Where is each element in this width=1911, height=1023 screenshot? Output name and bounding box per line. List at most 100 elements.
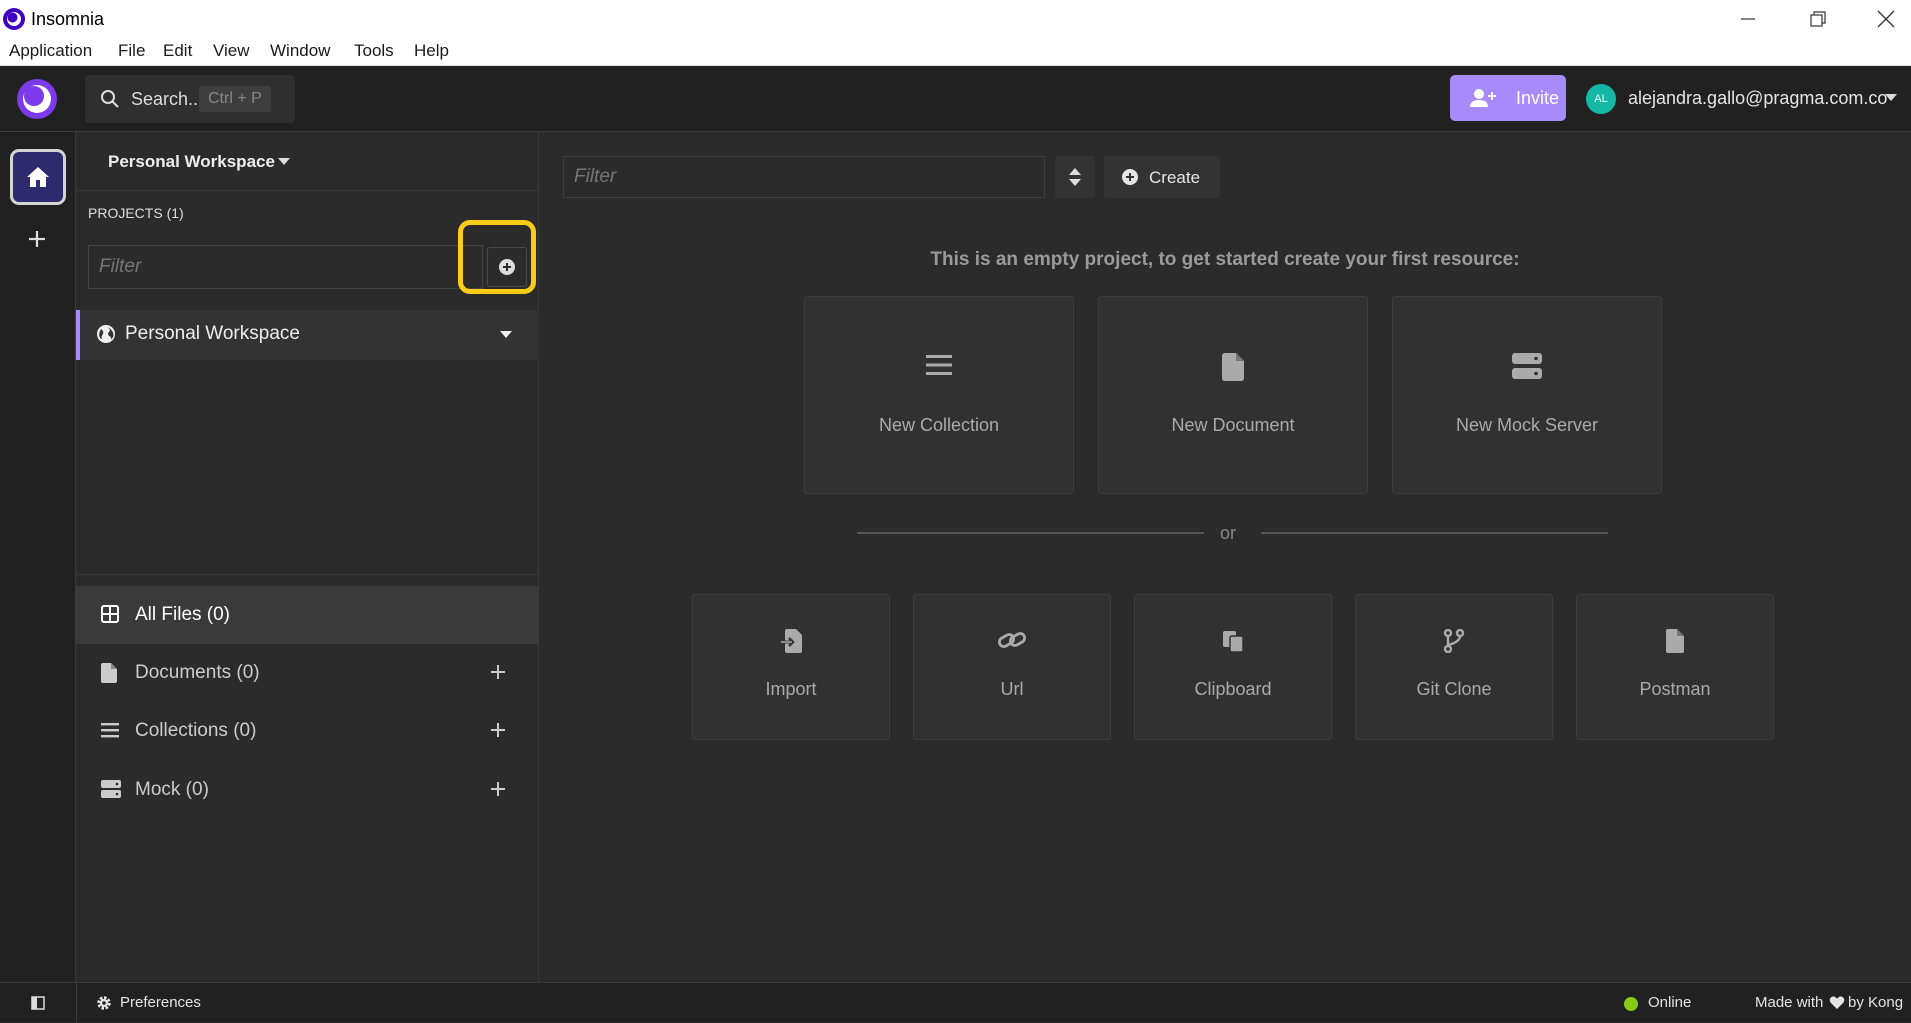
projects-panel: Personal Workspace PROJECTS (1) Personal… [76,132,539,982]
online-status-label: Online [1648,994,1692,1011]
invite-button[interactable]: Invite [1450,75,1566,121]
sidebar-item-label: All Files (0) [135,604,231,625]
globe-icon [96,324,116,344]
sort-icon [1069,168,1081,186]
or-separator: or [1220,523,1237,543]
server-icon [101,780,121,798]
resource-filter-input[interactable] [563,156,1045,198]
plus-icon [491,723,505,737]
git-clone-card[interactable]: Git Clone [1355,594,1553,740]
card-label: Url [1000,679,1024,699]
clipboard-icon [1135,629,1331,653]
plus-circle-icon [1121,168,1139,186]
insomnia-logo[interactable] [16,78,58,120]
sidebar-item-label: Documents (0) [135,662,260,683]
new-document-card[interactable]: New Document [1098,296,1368,494]
document-icon [101,663,117,683]
plus-icon [29,231,45,247]
sidebar-item-label: Mock (0) [135,779,209,800]
divider [857,532,1204,534]
menu-help[interactable]: Help [414,41,449,61]
card-label: Clipboard [1194,679,1272,699]
insomnia-app-icon [2,7,26,31]
new-mock-server-card[interactable]: New Mock Server [1392,296,1662,494]
menu-edit[interactable]: Edit [163,41,192,61]
divider [76,983,77,1023]
restore-icon [1810,11,1826,27]
grid-icon [101,605,119,623]
sort-button[interactable] [1055,156,1095,198]
restore-button[interactable] [1783,0,1853,38]
app-header: Search.. Ctrl + P Invite AL alejandra.ga… [0,66,1911,132]
create-label: Create [1149,168,1201,187]
sidebar-item-collections[interactable]: Collections (0) [76,702,539,760]
project-filter-input[interactable] [88,245,483,289]
server-icon [1393,353,1661,379]
heart-icon [1829,996,1845,1010]
user-email[interactable]: alejandra.gallo@pragma.com.co [1628,88,1887,109]
close-button[interactable] [1851,0,1911,38]
by-kong-link[interactable]: by Kong [1848,994,1903,1011]
divider [76,190,539,191]
online-status-dot [1624,997,1638,1011]
menu-view[interactable]: View [213,41,250,61]
close-icon [1877,10,1895,28]
card-label: Git Clone [1416,679,1492,699]
add-organization-button[interactable] [26,228,48,250]
menu-window[interactable]: Window [270,41,330,61]
add-collection-button[interactable] [490,722,506,738]
projects-count-label: PROJECTS (1) [88,205,184,221]
search-shortcut: Ctrl + P [199,86,271,112]
document-icon [1099,353,1367,381]
search-icon [100,89,120,109]
minimize-icon [1741,18,1755,20]
card-label: New Document [1171,415,1295,435]
import-icon [693,629,889,653]
sidebar-item-all-files[interactable]: All Files (0) [76,586,539,644]
main-content: Create This is an empty project, to get … [540,132,1911,982]
menu-application[interactable]: Application [9,41,92,61]
card-label: New Mock Server [1455,415,1599,435]
home-button[interactable] [10,149,66,205]
create-button[interactable]: Create [1104,156,1220,198]
menu-tools[interactable]: Tools [354,41,394,61]
gear-icon[interactable] [96,995,112,1011]
divider [76,574,539,575]
sidebar-item-label: Collections (0) [135,720,257,741]
search-button[interactable]: Search.. Ctrl + P [85,75,295,123]
project-name: Personal Workspace [125,323,300,344]
invite-label: Invite [1516,88,1560,108]
document-icon [1577,629,1773,653]
card-label: Import [765,679,817,699]
highlight-box [458,220,536,294]
menu-file[interactable]: File [118,41,145,61]
caret-down-icon[interactable] [278,158,290,166]
link-icon [914,629,1110,651]
new-collection-card[interactable]: New Collection [804,296,1074,494]
git-branch-icon [1356,629,1552,653]
postman-card[interactable]: Postman [1576,594,1774,740]
workspace-title[interactable]: Personal Workspace [108,152,275,172]
divider [1261,532,1608,534]
window-title: Insomnia [31,9,105,29]
avatar[interactable]: AL [1586,84,1616,114]
url-card[interactable]: Url [913,594,1111,740]
card-label: New Collection [878,415,1000,435]
add-mock-button[interactable] [490,781,506,797]
sidebar-toggle-icon[interactable] [31,996,45,1010]
empty-project-message: This is an empty project, to get started… [930,249,1520,270]
title-bar: Insomnia [0,0,1911,38]
navigation-rail [0,132,76,982]
home-icon [27,167,49,187]
preferences-button[interactable]: Preferences [120,994,201,1011]
sidebar-item-mock[interactable]: Mock (0) [76,761,539,819]
add-document-button[interactable] [490,664,506,680]
import-card[interactable]: Import [692,594,890,740]
sidebar-item-documents[interactable]: Documents (0) [76,644,539,702]
caret-down-icon[interactable] [1885,94,1897,102]
project-item-personal-workspace[interactable]: Personal Workspace [76,310,539,360]
clipboard-card[interactable]: Clipboard [1134,594,1332,740]
minimize-button[interactable] [1713,0,1783,38]
list-icon [805,353,1073,377]
caret-down-icon[interactable] [500,331,512,339]
